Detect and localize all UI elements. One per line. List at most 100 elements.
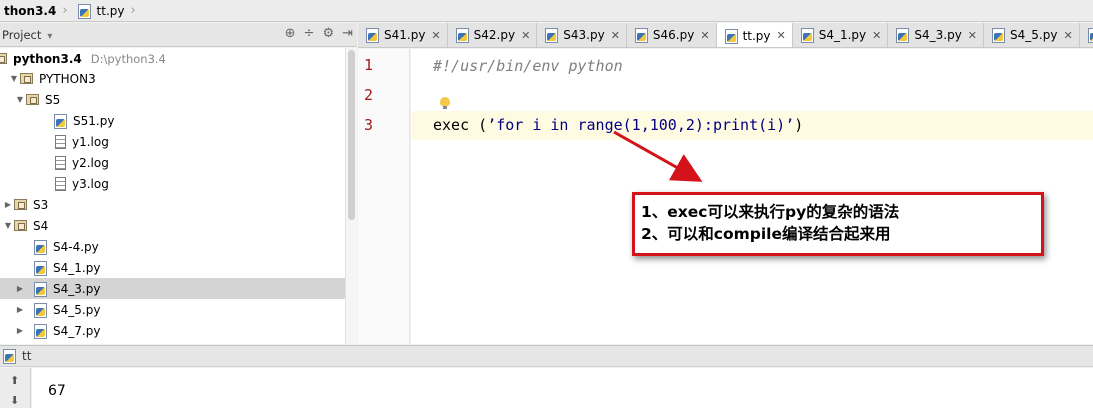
python-file-icon	[34, 281, 47, 297]
text-file-icon	[55, 155, 66, 170]
breadcrumb-project[interactable]: thon3.4 ›	[0, 0, 74, 22]
gear-icon[interactable]: ⚙	[322, 26, 334, 41]
python-file-icon	[992, 28, 1006, 43]
code-line-1: #!/usr/bin/env python	[411, 52, 1093, 81]
editor-tabs: S41.py ✕ S42.py ✕ S43.py ✕ S46.py ✕ tt.p…	[358, 23, 1093, 48]
tree-item-label: PYTHON3	[39, 71, 96, 86]
project-view-selector[interactable]: Project	[0, 28, 52, 42]
tab-tt[interactable]: tt.py ✕	[716, 23, 793, 47]
python-file-icon	[896, 28, 910, 43]
folder-icon	[26, 94, 39, 105]
tree-item-s4-7[interactable]: ▶ S4_7.py	[0, 320, 345, 341]
tree-item-s51[interactable]: S51.py	[0, 110, 345, 131]
collapsed-arrow-icon[interactable]: ▶	[2, 200, 14, 209]
tree-scrollbar[interactable]	[345, 48, 357, 344]
tree-item-label: S4_3.py	[53, 281, 101, 296]
tab-label: S4_1.py	[818, 28, 867, 42]
console-output-line: 65	[48, 368, 66, 372]
tree-item-path: D:\python3.4	[90, 51, 166, 66]
annotation-arrow	[613, 130, 703, 182]
open-paren: (	[469, 116, 488, 134]
tab-s42[interactable]: S42.py ✕	[447, 23, 538, 47]
run-toolbar: ⬆ ⬇	[0, 368, 31, 408]
close-icon[interactable]: ✕	[872, 29, 881, 42]
tab-overflow[interactable]: S	[1079, 23, 1093, 47]
collapsed-arrow-icon[interactable]: ▶	[14, 305, 26, 314]
close-icon[interactable]: ✕	[1063, 29, 1072, 42]
python-file-icon	[34, 260, 47, 276]
chevron-right-icon: ›	[130, 3, 136, 18]
tab-label: tt.py	[742, 28, 771, 43]
annotation-box: 1、exec可以来执行py的复杂的语法 2、可以和compile编译结合起来用	[632, 192, 1044, 256]
run-config-name: tt	[22, 349, 32, 363]
collapse-all-icon[interactable]: ÷	[304, 26, 315, 41]
close-icon[interactable]: ✕	[611, 29, 620, 42]
scrollbar-thumb[interactable]	[348, 50, 355, 220]
chevron-right-icon: ›	[62, 3, 68, 18]
folder-icon	[20, 73, 33, 84]
tab-s4-5[interactable]: S4_5.py ✕	[984, 23, 1080, 47]
tree-item-s4-1[interactable]: S4_1.py	[0, 257, 345, 278]
expanded-arrow-icon[interactable]: ▼	[8, 74, 20, 83]
tab-s46[interactable]: S46.py ✕	[626, 23, 717, 47]
line-number: 1	[364, 56, 374, 74]
python-file-icon	[34, 239, 47, 255]
tree-item-root[interactable]: python3.4 D:\python3.4	[0, 48, 339, 69]
tree-item-s4-4[interactable]: S4-4.py	[0, 236, 345, 257]
tree-item-label: S4	[33, 218, 49, 233]
tree-item-s5[interactable]: ▼ S5	[0, 89, 345, 110]
close-icon[interactable]: ✕	[777, 29, 786, 42]
tree-item-label: S4_7.py	[53, 323, 101, 338]
tree-item-y3[interactable]: y3.log	[0, 173, 345, 194]
python-file-icon	[34, 323, 47, 339]
breadcrumb-file[interactable]: tt.py ›	[74, 0, 142, 22]
tree-item-label: y3.log	[72, 176, 109, 191]
tree-item-s4-3[interactable]: ▶ S4_3.py	[0, 278, 345, 299]
close-icon[interactable]: ✕	[968, 29, 977, 42]
scroll-from-source-icon[interactable]: ⊕	[285, 26, 296, 41]
hide-panel-icon[interactable]: ⇥	[342, 26, 353, 41]
tab-s41[interactable]: S41.py ✕	[358, 23, 448, 47]
tree-item-label: S4_1.py	[53, 260, 101, 275]
run-console[interactable]: 65 67	[32, 368, 1093, 408]
annotation-line-2: 2、可以和compile编译结合起来用	[641, 225, 891, 243]
tree-item-y1[interactable]: y1.log	[0, 131, 345, 152]
tree-item-python3[interactable]: ▼ PYTHON3	[0, 68, 345, 89]
close-icon[interactable]: ✕	[431, 29, 440, 42]
console-output-line: 67	[48, 383, 66, 399]
tree-item-label: S3	[33, 197, 49, 212]
python-file-icon	[634, 28, 648, 43]
arrow-up-icon[interactable]: ⬆	[10, 374, 19, 387]
tab-label: S4_3.py	[914, 28, 962, 42]
tree-item-y2[interactable]: y2.log	[0, 152, 345, 173]
breadcrumb-file-label: tt.py	[96, 3, 125, 18]
line-number-gutter: 1 2 3	[358, 49, 410, 344]
tree-item-label: y2.log	[72, 155, 109, 170]
lightbulb-icon[interactable]	[440, 97, 450, 109]
arrow-down-icon[interactable]: ⬇	[10, 394, 19, 407]
tree-item-label: S51.py	[73, 113, 115, 128]
tab-s4-1[interactable]: S4_1.py ✕	[792, 23, 889, 47]
collapsed-arrow-icon[interactable]: ▶	[14, 284, 26, 293]
close-icon[interactable]: ✕	[700, 29, 709, 42]
expanded-arrow-icon[interactable]: ▼	[2, 221, 14, 230]
text-file-icon	[55, 176, 66, 191]
tab-label: S46.py	[652, 28, 695, 42]
folder-icon	[14, 220, 27, 231]
tab-label: S43.py	[563, 28, 605, 42]
python-file-icon	[800, 28, 814, 43]
tree-item-s3[interactable]: ▶ S3	[0, 194, 345, 215]
tree-item-s4[interactable]: ▼ S4	[0, 215, 345, 236]
close-paren: )	[794, 116, 804, 134]
tab-s43[interactable]: S43.py ✕	[537, 23, 627, 47]
close-icon[interactable]: ✕	[521, 29, 530, 42]
expanded-arrow-icon[interactable]: ▼	[14, 95, 26, 104]
python-file-icon	[1087, 28, 1093, 43]
tree-item-label: python3.4	[13, 51, 82, 66]
collapsed-arrow-icon[interactable]: ▶	[14, 326, 26, 335]
project-panel-header: Project ⊕ ÷ ⚙ ⇥	[0, 23, 357, 47]
project-tree: python3.4 D:\python3.4 ▼ PYTHON3 ▼ S5 S5…	[0, 48, 345, 344]
tab-s4-3[interactable]: S4_3.py ✕	[888, 23, 985, 47]
tree-item-s4-5[interactable]: ▶ S4_5.py	[0, 299, 345, 320]
